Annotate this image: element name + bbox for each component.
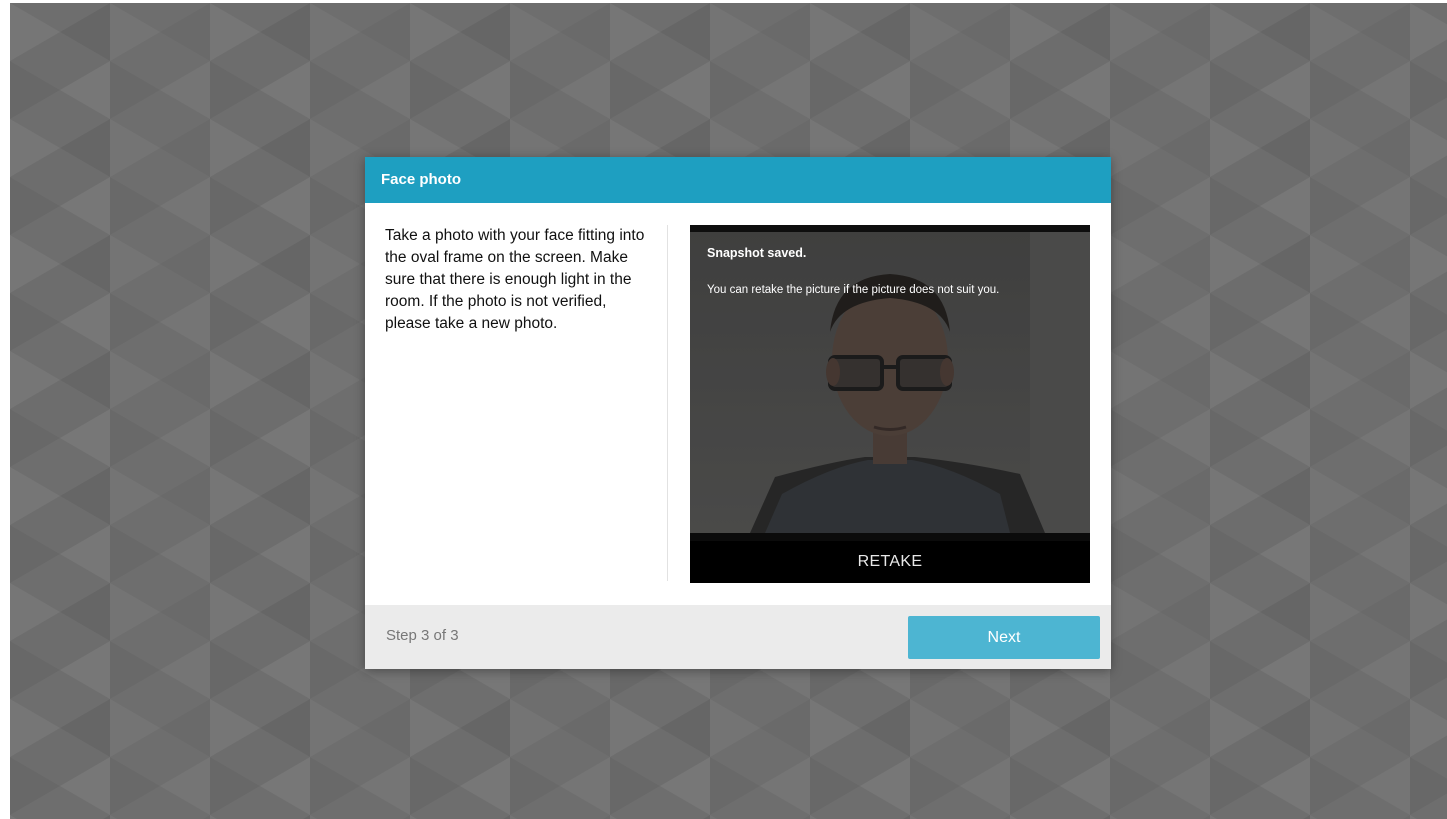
camera-preview: Snapshot saved. You can retake the pictu…	[690, 225, 1090, 583]
next-button[interactable]: Next	[908, 616, 1100, 659]
dialog-body: Take a photo with your face fitting into…	[365, 203, 1111, 605]
retake-button[interactable]: RETAKE	[690, 541, 1090, 583]
dialog-title: Face photo	[381, 171, 462, 188]
column-divider	[667, 225, 668, 581]
camera-separator	[690, 533, 1090, 541]
snapshot-status-title: Snapshot saved.	[707, 246, 807, 260]
face-photo-dialog: Face photo Take a photo with your face f…	[365, 157, 1111, 669]
instructions-text: Take a photo with your face fitting into…	[385, 227, 645, 332]
snapshot-status-message: You can retake the picture if the pictur…	[707, 284, 1000, 296]
dialog-footer: Step 3 of 3 Next	[365, 605, 1111, 669]
step-indicator: Step 3 of 3	[386, 627, 459, 644]
snapshot-overlay: Snapshot saved. You can retake the pictu…	[690, 225, 1090, 533]
dialog-header: Face photo	[365, 157, 1111, 203]
